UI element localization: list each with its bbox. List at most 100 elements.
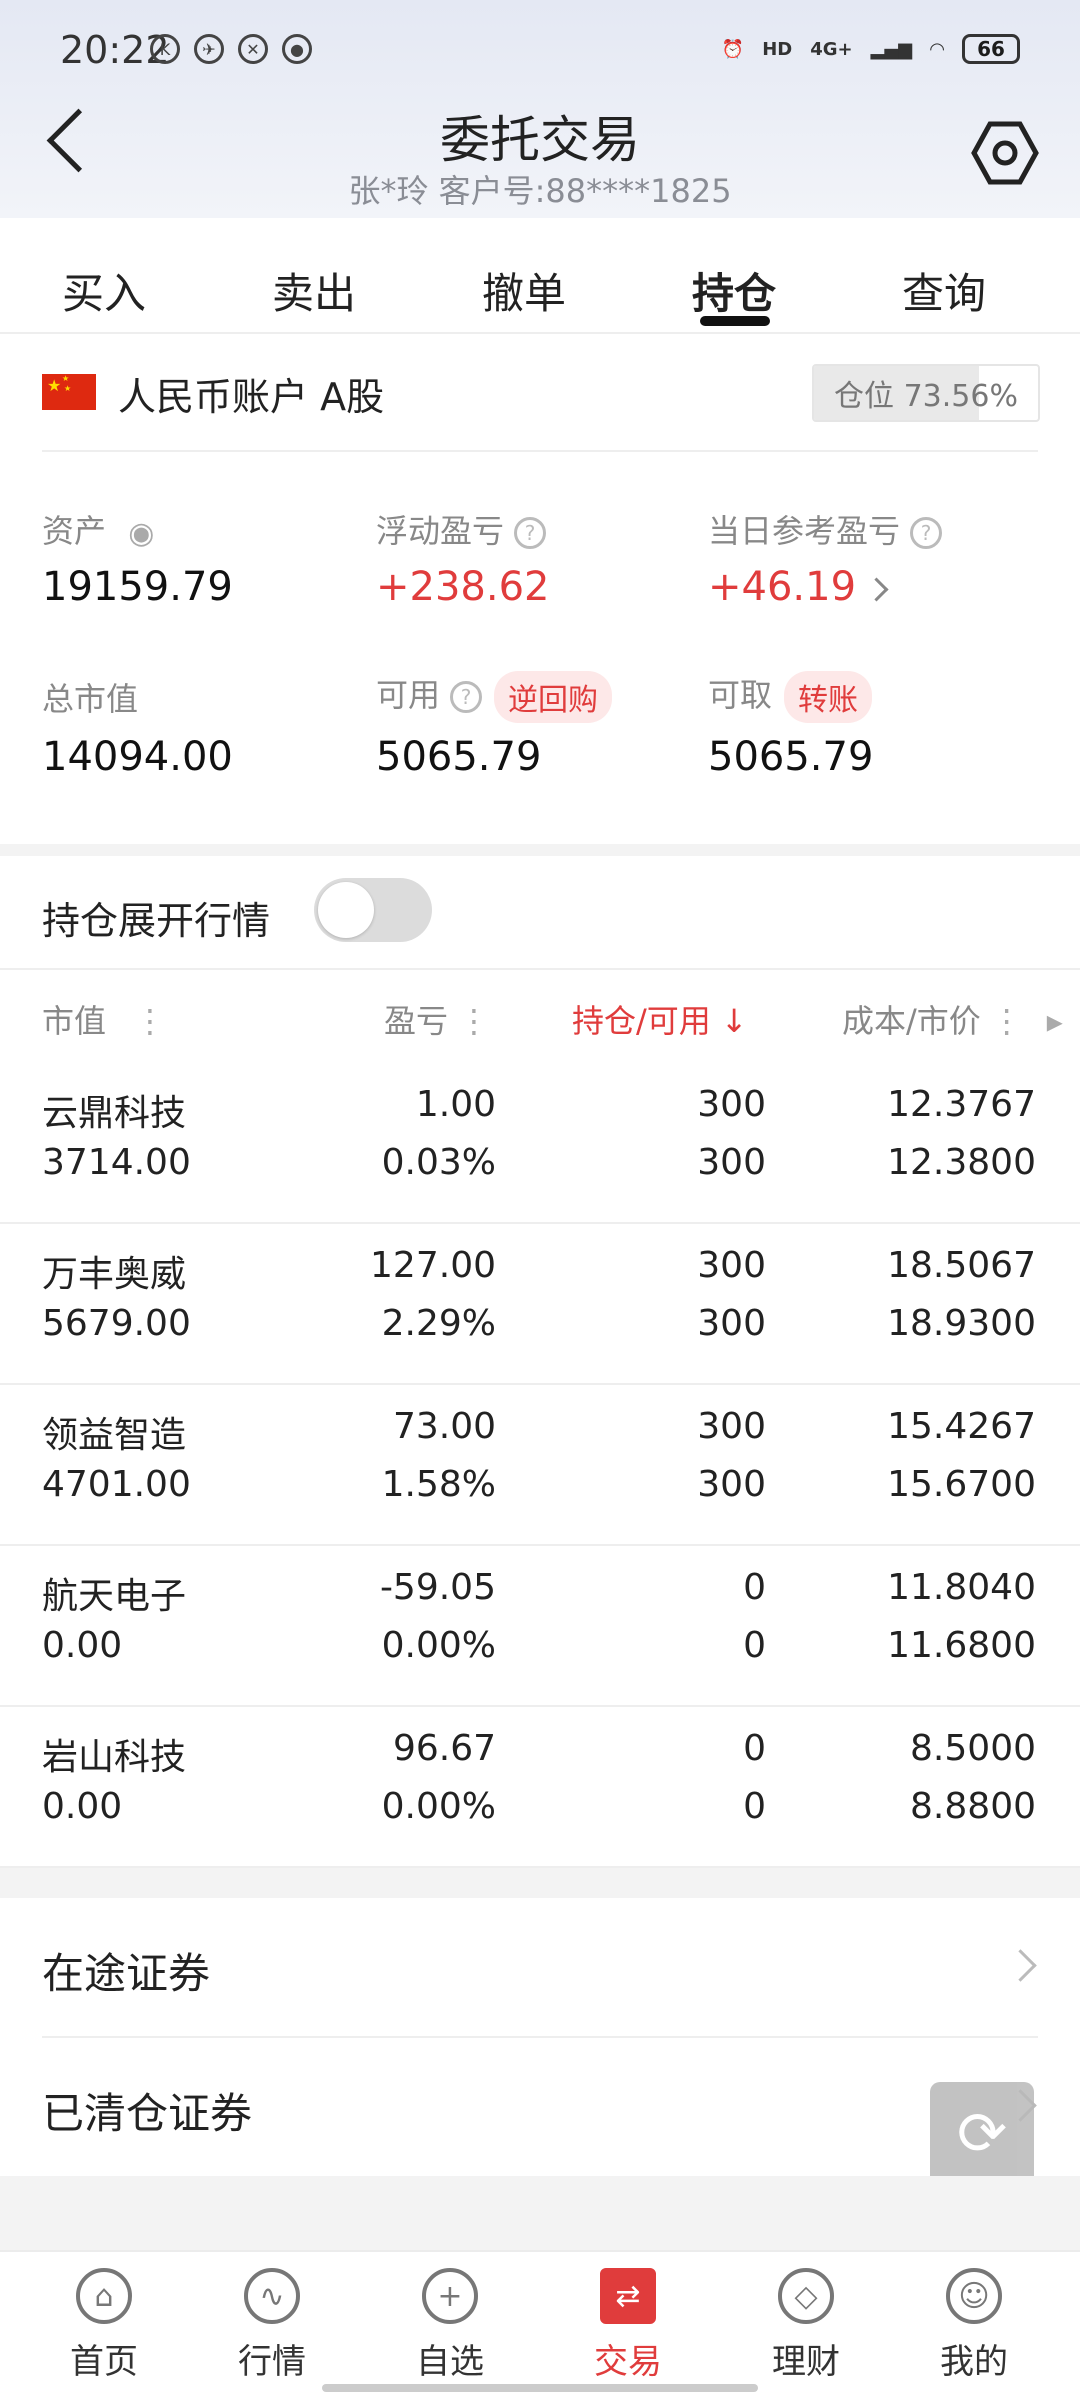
stock-pl: 73.00: [392, 1406, 496, 1447]
k-app-icon: K: [150, 34, 180, 64]
stock-pl-pct: 2.29%: [381, 1303, 496, 1344]
more-icon: ⋮: [458, 1002, 491, 1040]
eye-icon[interactable]: ◉: [128, 516, 154, 551]
stock-position: 0: [743, 1567, 766, 1608]
stock-position: 0: [743, 1728, 766, 1769]
nav-wealth[interactable]: ◇ 理财: [746, 2268, 866, 2383]
daily-pl-value[interactable]: +46.19: [708, 564, 889, 610]
section-gap: [0, 2176, 1080, 2250]
daily-pl-label: 当日参考盈亏?: [708, 506, 943, 552]
table-row[interactable]: 领益智造 4701.00 73.00 1.58% 300 300 15.4267 15.670…: [0, 1384, 1080, 1546]
float-pl-label: 浮动盈亏?: [376, 506, 547, 552]
account-subtitle: 张*玲 客户号:88****1825: [348, 172, 732, 210]
stock-position: 300: [697, 1245, 766, 1286]
stock-available: 0: [743, 1625, 766, 1666]
available-label: 可用? 逆回购: [376, 670, 613, 723]
stock-available: 0: [743, 1786, 766, 1827]
china-flag-icon: ★ ★ ★: [42, 374, 96, 410]
stock-cost: 11.8040: [887, 1567, 1036, 1608]
settings-icon[interactable]: [970, 118, 1040, 188]
help-icon[interactable]: ?: [450, 681, 483, 713]
market-value: 14094.00: [42, 734, 233, 780]
table-row[interactable]: 万丰奥威 5679.00 127.00 2.29% 300 300 18.5067 18.93…: [0, 1223, 1080, 1385]
section-gap: [0, 844, 1080, 856]
wifi-icon: ◠: [930, 38, 944, 60]
stock-price: 11.6800: [887, 1625, 1036, 1666]
nav-market[interactable]: ∿ 行情: [212, 2268, 332, 2383]
active-tab-indicator: [700, 316, 770, 326]
hd-icon: HD: [762, 38, 793, 60]
nav-profile[interactable]: ☺ 我的: [914, 2268, 1034, 2383]
stock-position: 300: [697, 1406, 766, 1447]
stock-pl-pct: 0.00%: [381, 1786, 496, 1827]
expand-quotes-toggle[interactable]: [314, 878, 432, 942]
stock-name: 领益智造: [42, 1415, 187, 1456]
tab-buy[interactable]: 买入: [62, 260, 146, 321]
col-market-value[interactable]: 市值 ⋮: [42, 996, 166, 1042]
stock-pl-pct: 1.58%: [381, 1464, 496, 1505]
stock-market-value: 0.00: [42, 1786, 123, 1827]
nav-profile-label: 我的: [940, 2342, 1008, 2382]
stock-available: 300: [697, 1303, 766, 1344]
float-pl-label-text: 浮动盈亏: [376, 512, 505, 550]
col-position[interactable]: 持仓/可用 ↓: [572, 996, 748, 1042]
stock-price: 8.8800: [910, 1786, 1036, 1827]
tab-cancel[interactable]: 撤单: [482, 260, 566, 321]
home-indicator: [322, 2384, 758, 2392]
stock-cost: 8.5000: [910, 1728, 1036, 1769]
table-row[interactable]: 航天电子 0.00 -59.05 0.00% 0 0 11.8040 11.6800: [0, 1545, 1080, 1707]
chevron-right-icon: [1004, 1949, 1037, 1982]
col-market-value-label: 市值: [42, 1002, 107, 1040]
cleared-securities-link[interactable]: 已清仓证券: [0, 2038, 1080, 2176]
table-row[interactable]: 云鼎科技 3714.00 1.00 0.03% 300 300 12.3767 12.3800: [0, 1062, 1080, 1224]
nav-market-label: 行情: [238, 2342, 306, 2382]
capcut-icon: ✕: [238, 34, 268, 64]
stock-price: 18.9300: [887, 1303, 1036, 1344]
col-cost-price[interactable]: 成本/市价 ⋮ ▸: [842, 996, 1063, 1042]
tab-query[interactable]: 查询: [902, 260, 986, 321]
stock-name: 航天电子: [42, 1576, 187, 1617]
nav-watchlist-label: 自选: [416, 2342, 484, 2382]
nav-trade[interactable]: ⇄ 交易: [568, 2268, 688, 2383]
stock-price: 12.3800: [887, 1142, 1036, 1183]
reverse-repo-button[interactable]: 逆回购: [494, 671, 613, 723]
tab-holdings[interactable]: 持仓: [692, 260, 776, 321]
telegram-icon: ✈: [194, 34, 224, 64]
expand-quotes-label: 持仓展开行情: [42, 899, 271, 943]
user-icon: ☺: [946, 2268, 1002, 2324]
stock-price: 15.6700: [887, 1464, 1036, 1505]
wechat-icon: ●: [282, 34, 312, 64]
divider: [0, 968, 1080, 970]
stock-market-value: 5679.00: [42, 1303, 191, 1344]
table-row[interactable]: 岩山科技 0.00 96.67 0.00% 0 0 8.5000 8.8800: [0, 1706, 1080, 1868]
available-value: 5065.79: [376, 734, 542, 780]
add-hexagon-icon: +: [422, 2268, 478, 2324]
refresh-button[interactable]: ⟳: [930, 2082, 1034, 2186]
position-ratio-badge: 仓位 73.56%: [812, 364, 1040, 422]
stock-pl: 127.00: [370, 1245, 496, 1286]
withdrawable-label-text: 可取: [708, 676, 773, 714]
in-transit-securities-link[interactable]: 在途证券: [0, 1898, 1080, 2036]
position-ratio-text: 仓位 73.56%: [834, 379, 1018, 414]
exchange-icon: ⇄: [600, 2268, 656, 2324]
transfer-button[interactable]: 转账: [784, 671, 873, 723]
nav-wealth-label: 理财: [772, 2342, 840, 2382]
tab-sell[interactable]: 卖出: [272, 260, 356, 321]
help-icon[interactable]: ?: [514, 517, 547, 549]
col-pl[interactable]: 盈亏 ⋮: [384, 996, 490, 1042]
stock-cost: 18.5067: [887, 1245, 1036, 1286]
alarm-icon: ⏰: [721, 38, 745, 60]
nav-trade-label: 交易: [594, 2342, 662, 2382]
divider: [42, 450, 1038, 452]
available-label-text: 可用: [376, 676, 441, 714]
bottom-nav: ⌂ 首页 ∿ 行情 + 自选 ⇄ 交易 ◇ 理财 ☺ 我的: [0, 2250, 1080, 2402]
help-icon[interactable]: ?: [910, 517, 943, 549]
nav-home[interactable]: ⌂ 首页: [44, 2268, 164, 2383]
toggle-knob: [318, 882, 374, 938]
stock-name: 岩山科技: [42, 1737, 187, 1778]
scroll-right-icon[interactable]: ▸: [1047, 1002, 1063, 1040]
stock-cost: 12.3767: [887, 1084, 1036, 1125]
nav-watchlist[interactable]: + 自选: [390, 2268, 510, 2383]
refresh-icon: ⟳: [956, 2099, 1008, 2169]
account-label: 人民币账户 A股: [118, 375, 385, 419]
